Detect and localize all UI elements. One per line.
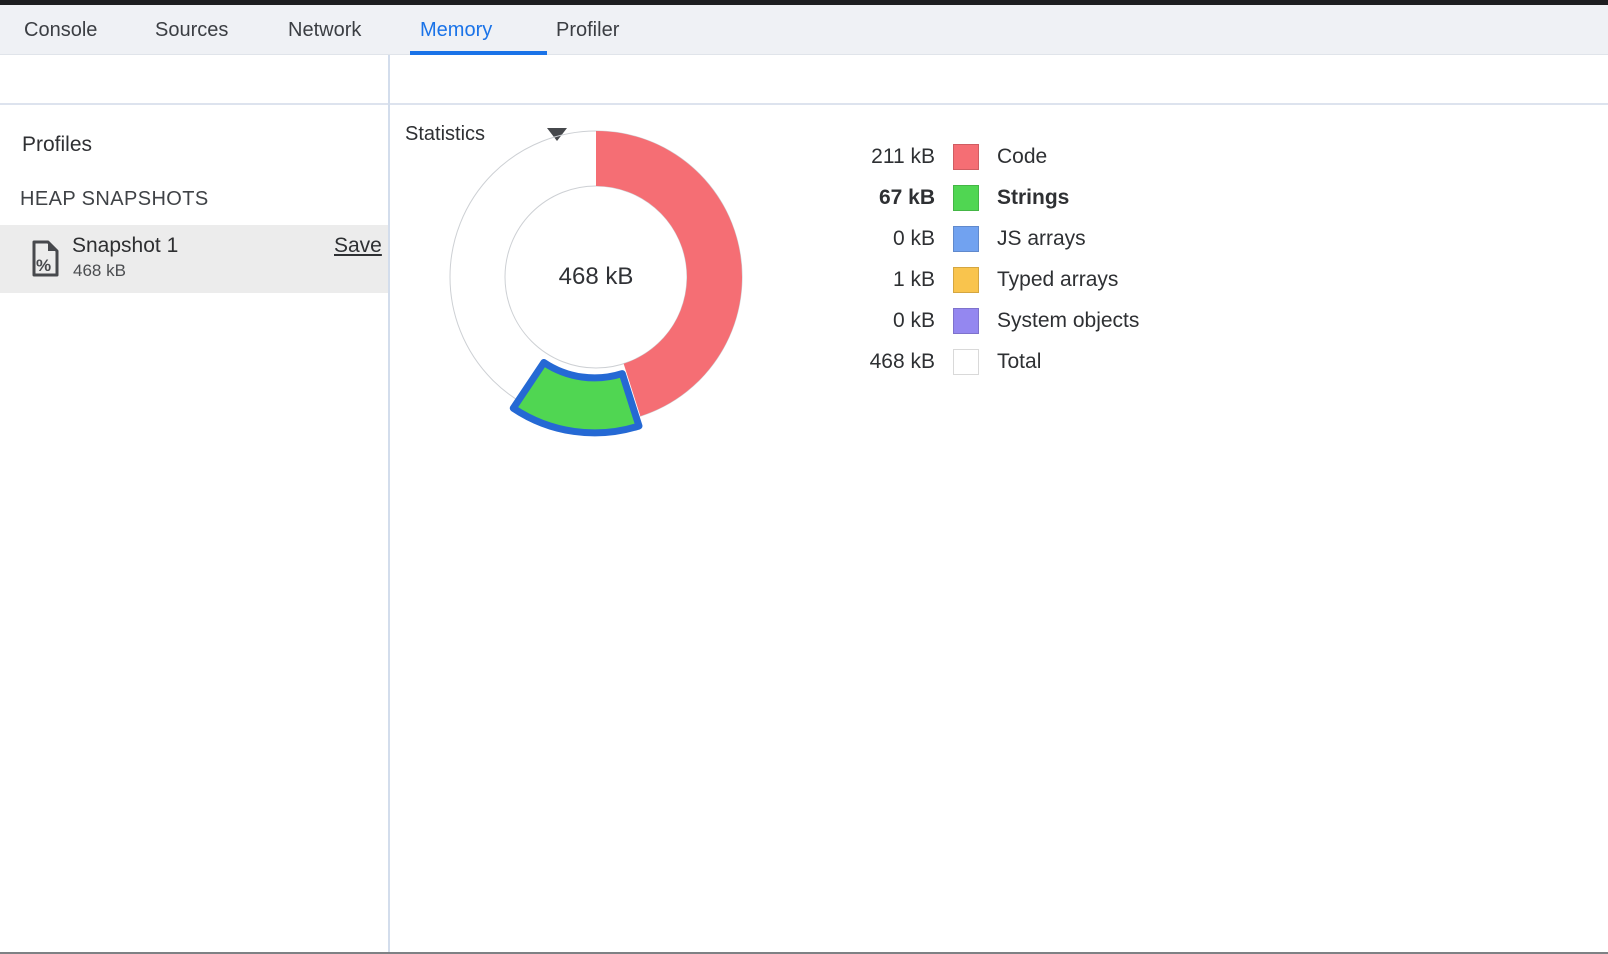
legend-row-js-arrays[interactable]: 0 kB JS arrays: [855, 218, 1139, 259]
sidebar-divider: [388, 55, 390, 952]
legend-row-typed-arrays[interactable]: 1 kB Typed arrays: [855, 259, 1139, 300]
memory-toolbar: Statistics: [0, 55, 1608, 103]
legend-size: 468 kB: [855, 350, 935, 374]
legend-size: 0 kB: [855, 227, 935, 251]
legend-swatch-js-arrays: [953, 226, 979, 252]
tab-profiler[interactable]: Profiler: [556, 5, 619, 55]
save-link[interactable]: Save: [334, 234, 382, 258]
legend-label: System objects: [997, 309, 1139, 333]
legend-swatch-strings: [953, 185, 979, 211]
legend-size: 1 kB: [855, 268, 935, 292]
legend-label: JS arrays: [997, 227, 1086, 251]
tab-network[interactable]: Network: [288, 5, 361, 55]
donut-total-label: 468 kB: [440, 263, 752, 291]
tab-sources[interactable]: Sources: [155, 5, 228, 55]
legend-row-system-objects[interactable]: 0 kB System objects: [855, 300, 1139, 341]
donut-slice-strings[interactable]: [513, 362, 639, 432]
tab-memory[interactable]: Memory: [420, 5, 492, 55]
svg-text:%: %: [36, 256, 51, 275]
legend-label: Strings: [997, 186, 1069, 210]
heap-snapshot-file-icon: %: [31, 240, 59, 278]
profiles-sidebar: Profiles HEAP SNAPSHOTS % Snapshot 1 468…: [0, 105, 388, 952]
profiles-title: Profiles: [22, 133, 92, 157]
statistics-legend: 211 kB Code 67 kB Strings 0 kB JS arrays…: [855, 136, 1139, 382]
heap-snapshots-section-title: HEAP SNAPSHOTS: [20, 188, 209, 211]
snapshot-size: 468 kB: [73, 261, 126, 281]
tab-console[interactable]: Console: [24, 5, 97, 55]
legend-row-total[interactable]: 468 kB Total: [855, 341, 1139, 382]
legend-swatch-system-objects: [953, 308, 979, 334]
legend-row-strings[interactable]: 67 kB Strings: [855, 177, 1139, 218]
legend-size: 67 kB: [855, 186, 935, 210]
devtools-tab-bar: Console Sources Network Memory Profiler: [0, 5, 1608, 55]
legend-swatch-code: [953, 144, 979, 170]
legend-swatch-total: [953, 349, 979, 375]
legend-size: 0 kB: [855, 309, 935, 333]
legend-label: Code: [997, 145, 1047, 169]
legend-row-code[interactable]: 211 kB Code: [855, 136, 1139, 177]
legend-swatch-typed-arrays: [953, 267, 979, 293]
legend-size: 211 kB: [855, 145, 935, 169]
legend-label: Typed arrays: [997, 268, 1118, 292]
legend-label: Total: [997, 350, 1041, 374]
snapshot-name: Snapshot 1: [72, 234, 178, 258]
snapshot-list-item[interactable]: % Snapshot 1 468 kB Save: [0, 225, 388, 293]
